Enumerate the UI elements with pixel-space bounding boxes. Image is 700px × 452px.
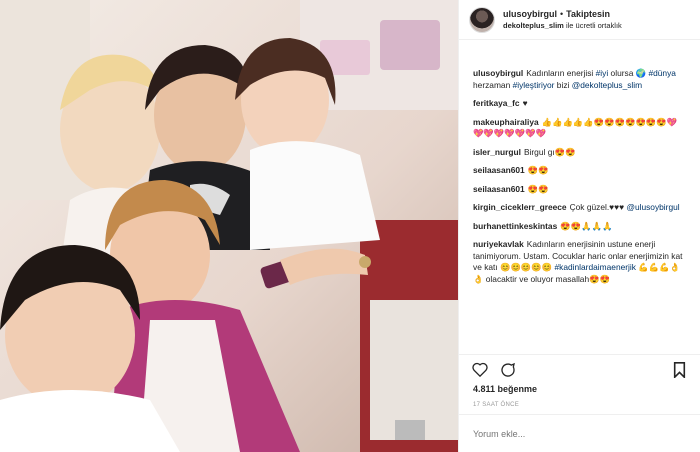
comment-item: burhanettinkeskintas 😍😍🙏🙏🙏: [473, 221, 686, 233]
comment-user[interactable]: seilaasan601: [473, 184, 525, 194]
hashtag-link[interactable]: #dünya: [648, 68, 675, 78]
comment-item: kirgin_ciceklerr_greece Çok güzel.♥♥♥ @ul…: [473, 202, 686, 214]
partner-username-link[interactable]: dekolteplus_slim: [503, 21, 564, 30]
comment-user[interactable]: makeuphairaliya: [473, 117, 539, 127]
selfie-illustration: [0, 0, 458, 452]
comment-user[interactable]: isler_nurgul: [473, 147, 521, 157]
post-timestamp: 17 SAAT ÖNCE: [473, 402, 520, 408]
heart-icon[interactable]: [471, 361, 489, 379]
add-comment-input[interactable]: [473, 428, 686, 439]
comment-user[interactable]: nuriyekavlak: [473, 239, 524, 249]
comment-user[interactable]: burhanettinkeskintas: [473, 221, 557, 231]
comment-item: seilaasan601 😍😍: [473, 165, 686, 177]
comment-item: isler_nurgul Birgul gı😍😍: [473, 147, 686, 159]
avatar[interactable]: [469, 6, 495, 33]
mention-link[interactable]: @ulusoybirgul: [626, 202, 679, 212]
bookmark-icon[interactable]: [670, 361, 688, 379]
mention-link[interactable]: @dekolteplus_slim: [572, 80, 642, 90]
comment-user[interactable]: kirgin_ciceklerr_greece: [473, 202, 567, 212]
header-top-line: ulusoybirgul • Takiptesin: [503, 8, 622, 20]
hashtag-link[interactable]: #kadinlardaimaenerjik: [554, 262, 635, 272]
comment-text: 😍😍: [527, 183, 549, 194]
comment-item: seilaasan601 😍😍: [473, 184, 686, 196]
separator-dot: •: [560, 8, 564, 19]
comment-item: feritkaya_fc ♥: [473, 98, 686, 110]
comment-text: 😍😍: [527, 165, 549, 175]
comment-icon[interactable]: [499, 361, 517, 379]
comment-user[interactable]: seilaasan601: [473, 165, 525, 175]
likes-count[interactable]: 4.811 beğenme: [459, 384, 700, 398]
comment-user[interactable]: feritkaya_fc: [473, 98, 520, 108]
comment-text: 😍😍🙏🙏🙏: [560, 220, 613, 231]
instagram-post: ulusoybirgul • Takiptesin dekolteplus_slim…: [0, 0, 700, 452]
hashtag-link[interactable]: #iyi: [596, 68, 609, 78]
comments-list[interactable]: ulusoybirgul Kadınların enerjisi #iyi olu…: [459, 40, 700, 354]
comment-text: ♥: [522, 98, 528, 108]
comment-text: Çok güzel.♥♥♥ @ulusoybirgul: [569, 202, 680, 212]
partnership-line: dekolteplus_slim ile ücretli ortaklık: [503, 20, 622, 32]
add-comment-bar: [459, 414, 700, 452]
comment-user[interactable]: ulusoybirgul: [473, 68, 523, 78]
action-bar: [459, 354, 700, 384]
comment-item: makeuphairaliya 👍👍👍👍👍😍😍😍😍😍😍😍💖💖💖💖💖💖💖💖: [473, 117, 686, 140]
follow-status[interactable]: Takiptesin: [566, 9, 610, 19]
username-link[interactable]: ulusoybirgul: [503, 9, 557, 19]
partnership-text: ile ücretli ortaklık: [565, 20, 622, 30]
comment-text: Birgul gı😍😍: [523, 146, 576, 157]
hashtag-link[interactable]: #iyleştiriyor: [513, 80, 555, 90]
comment-item: nuriyekavlak Kadınların enerjisinin ustun…: [473, 239, 686, 285]
post-sidebar: ulusoybirgul • Takiptesin dekolteplus_slim…: [458, 0, 700, 452]
header-text: ulusoybirgul • Takiptesin dekolteplus_slim…: [503, 8, 622, 32]
post-header: ulusoybirgul • Takiptesin dekolteplus_slim…: [459, 0, 700, 40]
comment-item: ulusoybirgul Kadınların enerjisi #iyi olu…: [473, 68, 686, 91]
post-photo[interactable]: [0, 0, 458, 452]
